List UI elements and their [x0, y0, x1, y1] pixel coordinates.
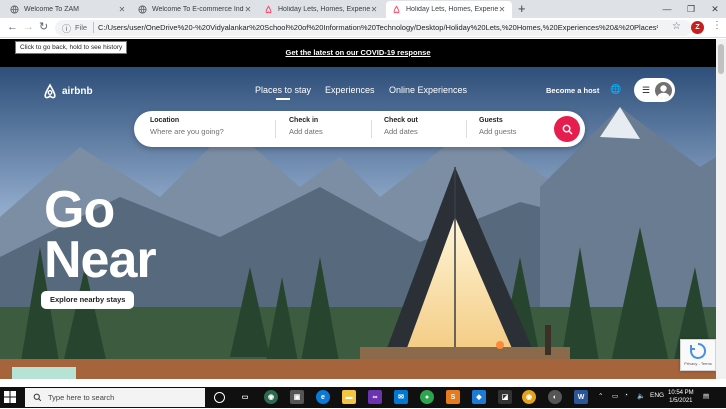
battery-icon: ▭	[612, 393, 619, 400]
tab-title: Welcome To E-commerce India	[152, 6, 244, 13]
nav-experiences[interactable]: Experiences	[325, 85, 375, 95]
recaptcha-icon	[690, 342, 707, 359]
restore-icon[interactable]: ❐	[680, 0, 702, 18]
explore-nearby-button[interactable]: Explore nearby stays	[41, 291, 135, 309]
close-window-icon[interactable]: ✕	[704, 0, 726, 18]
check-out-placeholder: Add dates	[384, 127, 418, 136]
notifications-icon[interactable]: ▤	[703, 392, 709, 400]
globe-icon[interactable]: 🌐	[610, 84, 621, 95]
search-bar: Location Where are you going? Check in A…	[134, 111, 585, 147]
search-button[interactable]	[554, 116, 580, 142]
visual-studio-icon[interactable]: ∞	[368, 390, 382, 404]
close-tab-icon[interactable]: ✕	[370, 5, 378, 14]
file-explorer-icon[interactable]: ▬	[342, 390, 356, 404]
wifi-icon[interactable]: ◔	[624, 392, 628, 399]
reload-icon[interactable]: ↻	[39, 20, 48, 34]
taskbar-search-box[interactable]: Type here to search	[25, 388, 205, 407]
brand-wordmark: airbnb	[62, 86, 93, 97]
user-avatar-icon	[655, 81, 672, 99]
guests-placeholder: Add guests	[479, 127, 517, 136]
check-in-placeholder: Add dates	[289, 127, 323, 136]
vscode-icon[interactable]: ◆	[472, 390, 486, 404]
location-placeholder: Where are you going?	[150, 127, 224, 136]
hero-headline: Go Near	[44, 181, 157, 289]
firefox-icon[interactable]: ◉	[522, 390, 536, 404]
user-menu-button[interactable]: ☰	[634, 78, 675, 102]
nav-online-experiences[interactable]: Online Experiences	[389, 85, 467, 95]
location-field[interactable]: Location Where are you going?	[150, 117, 270, 136]
profile-avatar[interactable]: Z	[691, 21, 704, 34]
airbnb-icon	[392, 5, 401, 14]
taskbar-search-placeholder: Type here to search	[48, 393, 115, 402]
chrome-icon[interactable]: ◉	[264, 390, 278, 404]
bookmark-star-icon[interactable]: ☆	[672, 21, 681, 32]
windows-start-icon[interactable]	[3, 390, 17, 409]
app-icon[interactable]: ●	[420, 390, 434, 404]
globe-icon	[10, 5, 19, 14]
close-tab-icon[interactable]: ✕	[118, 5, 126, 14]
airbnb-icon	[44, 83, 56, 99]
nav-places-to-stay[interactable]: Places to stay	[255, 85, 311, 100]
clock-date: 1/5/2021	[669, 398, 693, 404]
close-tab-icon[interactable]: ✕	[498, 5, 506, 14]
guests-field[interactable]: Guests Add guests	[479, 117, 549, 136]
mail-icon[interactable]: ✉	[394, 390, 408, 404]
info-icon[interactable]: ⓘ	[62, 22, 71, 35]
cortana-icon[interactable]	[214, 392, 225, 403]
tray-chevron-icon[interactable]: ⌃	[598, 392, 603, 400]
recaptcha-footer: Privacy - Terms	[684, 361, 712, 366]
airbnb-icon	[264, 5, 273, 14]
page-scrollbar[interactable]	[716, 39, 726, 379]
taskbar-clock[interactable]: 10:54 PM 1/5/2021	[668, 389, 694, 405]
url-text[interactable]: C:/Users/user/OneDrive%20-%20Vidyalankar…	[98, 23, 658, 32]
check-out-field[interactable]: Check out Add dates	[384, 117, 464, 136]
become-host-link[interactable]: Become a host	[546, 86, 599, 95]
check-out-label: Check out	[384, 117, 418, 124]
guests-label: Guests	[479, 117, 503, 124]
divider	[93, 22, 94, 33]
minimize-icon[interactable]: —	[656, 0, 678, 18]
location-label: Location	[150, 117, 180, 124]
tab-2[interactable]: Welcome To E-commerce India ✕	[132, 1, 258, 18]
airbnb-logo[interactable]: airbnb	[42, 83, 93, 100]
tab-3[interactable]: Holiday Lets, Homes, Experience ✕	[258, 1, 384, 18]
search-icon	[562, 124, 572, 134]
tab-title: Welcome To ZAM	[24, 6, 79, 13]
headline-line-1: Go	[44, 181, 115, 239]
language-indicator[interactable]: ENG	[650, 392, 664, 399]
hamburger-icon: ☰	[642, 84, 651, 95]
scheme-label: File	[75, 23, 88, 32]
app-icon[interactable]: ◐	[548, 390, 562, 404]
search-divider	[275, 120, 276, 138]
headline-line-2: Near	[44, 231, 157, 289]
scrollbar-thumb[interactable]	[718, 44, 724, 74]
recaptcha-badge[interactable]: Privacy - Terms	[680, 339, 716, 371]
tab-title: Holiday Lets, Homes, Experience	[278, 6, 370, 13]
back-button-tooltip: Click to go back, hold to see history	[15, 41, 128, 54]
search-divider	[466, 120, 467, 138]
edge-icon[interactable]: e	[316, 390, 330, 404]
tab-4-active[interactable]: Holiday Lets, Homes, Experience ✕	[386, 1, 512, 18]
search-divider	[371, 120, 372, 138]
menu-kebab-icon[interactable]: ⋮	[712, 20, 722, 31]
task-view-icon[interactable]: ▭	[238, 390, 252, 404]
back-arrow-icon[interactable]: ←	[7, 20, 18, 34]
check-in-label: Check in	[289, 117, 319, 124]
search-icon	[33, 393, 42, 402]
page-viewport: Get the latest on our COVID-19 response	[0, 39, 716, 379]
sublime-icon[interactable]: S	[446, 390, 460, 404]
new-tab-button[interactable]: +	[518, 2, 526, 16]
app-icon[interactable]: ◪	[498, 390, 512, 404]
tab-title: Holiday Lets, Homes, Experience	[406, 6, 498, 13]
clock-time: 10:54 PM	[668, 390, 694, 396]
store-icon[interactable]: ▣	[290, 390, 304, 404]
volume-icon[interactable]: 🔈	[637, 392, 645, 400]
close-tab-icon[interactable]: ✕	[244, 5, 252, 14]
check-in-field[interactable]: Check in Add dates	[289, 117, 369, 136]
forward-arrow-icon[interactable]: →	[23, 20, 34, 34]
globe-icon	[138, 5, 147, 14]
word-icon[interactable]: W	[574, 390, 588, 404]
tab-1[interactable]: Welcome To ZAM ✕	[4, 1, 132, 18]
